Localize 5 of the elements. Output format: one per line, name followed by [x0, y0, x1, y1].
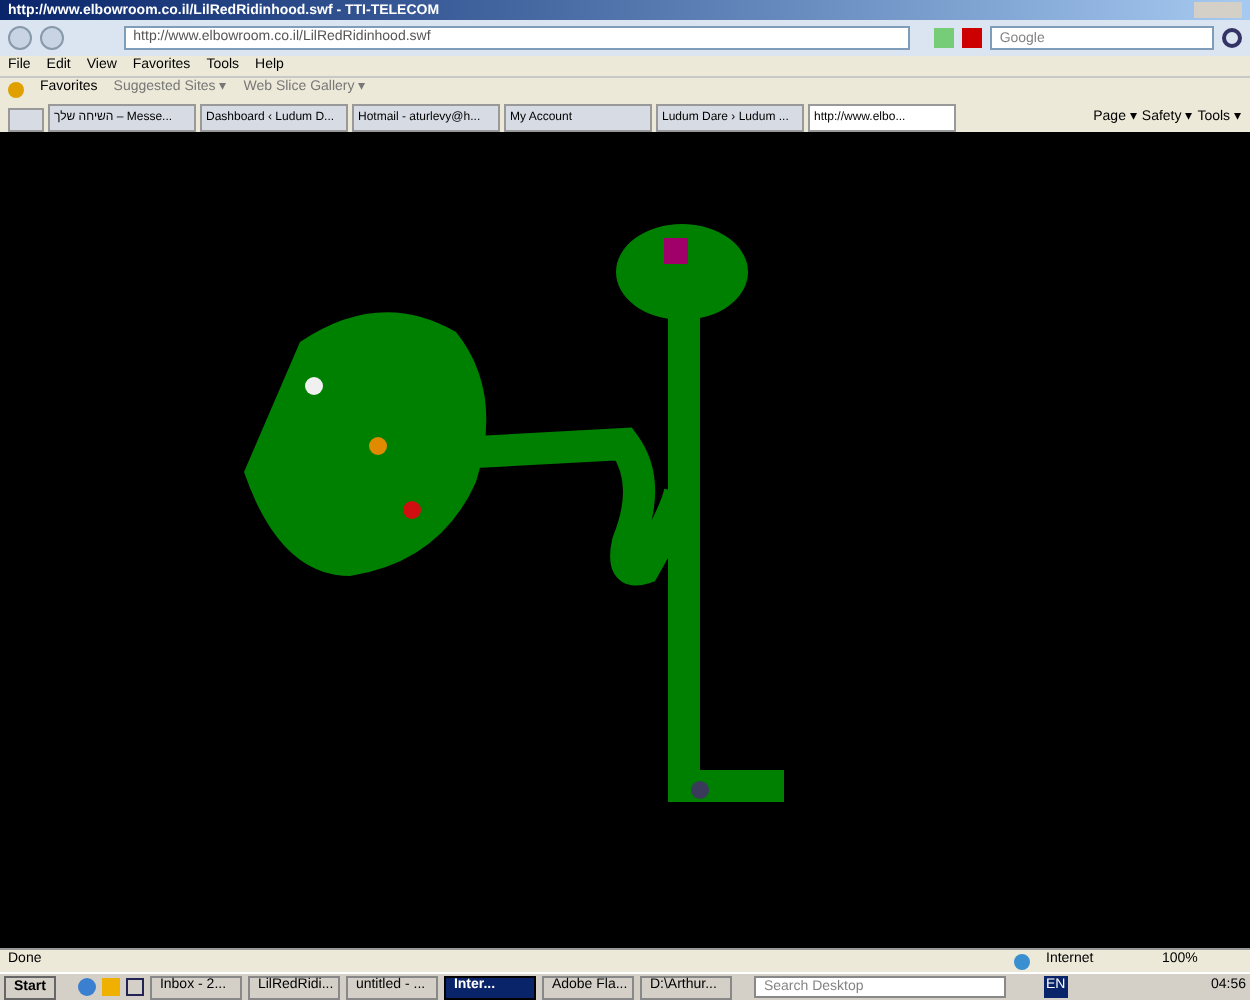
globe-icon [1014, 953, 1030, 969]
forward-icon[interactable] [39, 26, 64, 50]
house-icon [664, 238, 688, 264]
search-icon[interactable] [1222, 28, 1242, 48]
back-icon[interactable] [8, 26, 32, 50]
